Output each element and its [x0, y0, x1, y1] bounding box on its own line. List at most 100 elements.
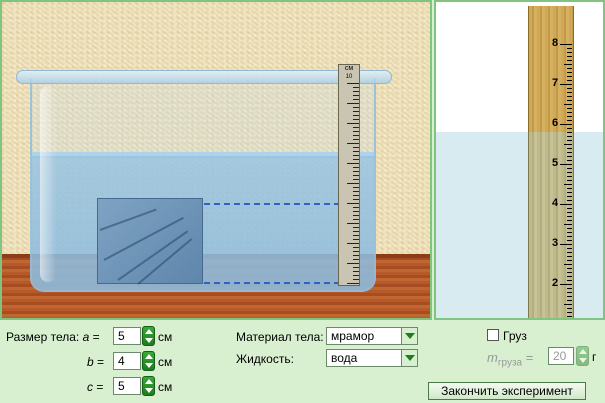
zoom-water: [436, 132, 603, 318]
scale-tick: [353, 99, 359, 100]
ruler-tick: [560, 244, 572, 245]
scale-tick: [347, 103, 359, 104]
ruler-tick: [560, 124, 572, 125]
scale-tick: [353, 207, 359, 208]
ruler-tick: [567, 132, 572, 133]
scale-tick: [347, 203, 359, 204]
ruler-tick: [567, 136, 572, 137]
scale-tick: [353, 167, 359, 168]
material-select[interactable]: мрамор: [326, 327, 418, 345]
a-input[interactable]: 5: [113, 327, 141, 345]
mass-stepper[interactable]: [576, 346, 589, 366]
ruler-label: 3: [551, 237, 559, 249]
ruler-tick: [567, 140, 572, 141]
scale-tick: [353, 271, 359, 272]
ruler-tick: [567, 92, 572, 93]
experiment-scene: см 10: [0, 0, 432, 320]
b-stepper[interactable]: [142, 351, 155, 371]
marble-block[interactable]: [97, 198, 203, 285]
block-bottom-level-line: [204, 282, 340, 284]
scale-tick: [353, 279, 359, 280]
scale-tick: [353, 107, 359, 108]
mass-input[interactable]: 20: [548, 347, 574, 365]
ruler-tick: [567, 156, 572, 157]
block-top-level-line: [204, 203, 340, 205]
ruler-tick: [567, 212, 572, 213]
ruler-tick: [567, 188, 572, 189]
scale-tick: [353, 191, 359, 192]
marble-vein: [117, 230, 189, 281]
b-unit: см: [158, 355, 173, 369]
ruler-tick: [560, 84, 572, 85]
ruler-tick: [567, 252, 572, 253]
liquid-label: Жидкость:: [236, 352, 294, 366]
ruler-tick: [567, 72, 572, 73]
c-unit: см: [158, 380, 173, 394]
scale-tick: [347, 283, 359, 284]
ruler-tick: [567, 148, 572, 149]
ruler-tick: [567, 260, 572, 261]
scale-tick: [353, 147, 359, 148]
scale-tick: [353, 115, 359, 116]
scale-tick: [353, 155, 359, 156]
scale-tick: [353, 227, 359, 228]
b-input[interactable]: 4: [113, 352, 141, 370]
zoom-view: 8 7 6 5 4 3 2: [434, 0, 605, 320]
down-icon: [579, 358, 587, 363]
load-label: Груз: [503, 329, 527, 343]
ruler-label: 2: [551, 277, 559, 289]
finish-experiment-button[interactable]: Закончить эксперимент: [428, 382, 586, 400]
up-icon: [145, 379, 153, 384]
c-label: c =: [87, 380, 104, 394]
ruler-tick: [560, 164, 572, 165]
beaker: [16, 70, 392, 296]
beaker-rim: [16, 70, 392, 84]
c-input[interactable]: 5: [113, 377, 141, 395]
ruler-tick: [567, 116, 572, 117]
down-icon: [145, 338, 153, 343]
scale-tick: [353, 111, 359, 112]
ruler-tick: [567, 176, 572, 177]
ruler-tick: [567, 52, 572, 53]
ruler-tick: [567, 100, 572, 101]
scale-tick: [347, 163, 359, 164]
ruler-tick: [564, 184, 572, 185]
ruler-tick: [564, 224, 572, 225]
a-stepper[interactable]: [142, 326, 155, 346]
ruler-tick: [560, 44, 572, 45]
ruler-tick: [567, 316, 572, 317]
scale-tick: [353, 179, 359, 180]
ruler-label: 7: [551, 77, 559, 89]
load-checkbox[interactable]: [487, 329, 499, 341]
ruler-label: 8: [551, 37, 559, 49]
ruler-tick: [567, 96, 572, 97]
scale-tick: [353, 91, 359, 92]
scale-tick: [353, 211, 359, 212]
material-value: мрамор: [331, 329, 375, 343]
b-label: b =: [87, 355, 105, 369]
size-label: Размер тела: a =: [6, 330, 100, 344]
ruler-tick: [567, 192, 572, 193]
scale-tick: [353, 171, 359, 172]
up-icon: [579, 349, 587, 354]
ruler-tick: [567, 300, 572, 301]
scale-top-label: 10: [345, 74, 353, 80]
ruler-tick: [567, 60, 572, 61]
scale-tick: [353, 235, 359, 236]
c-stepper[interactable]: [142, 376, 155, 396]
scale-tick: [353, 159, 359, 160]
chevron-down-icon: [401, 328, 417, 344]
scale-tick: [353, 131, 359, 132]
ruler-tick: [567, 308, 572, 309]
liquid-select[interactable]: вода: [326, 349, 418, 367]
scale-tick: [353, 267, 359, 268]
ruler-tick: [567, 292, 572, 293]
ruler-tick: [567, 236, 572, 237]
scale-tick: [353, 231, 359, 232]
ruler-tick: [567, 248, 572, 249]
scale-tick: [353, 139, 359, 140]
scale-tick: [353, 135, 359, 136]
up-icon: [145, 329, 153, 334]
scale-tick: [353, 187, 359, 188]
ruler-tick: [567, 312, 572, 313]
